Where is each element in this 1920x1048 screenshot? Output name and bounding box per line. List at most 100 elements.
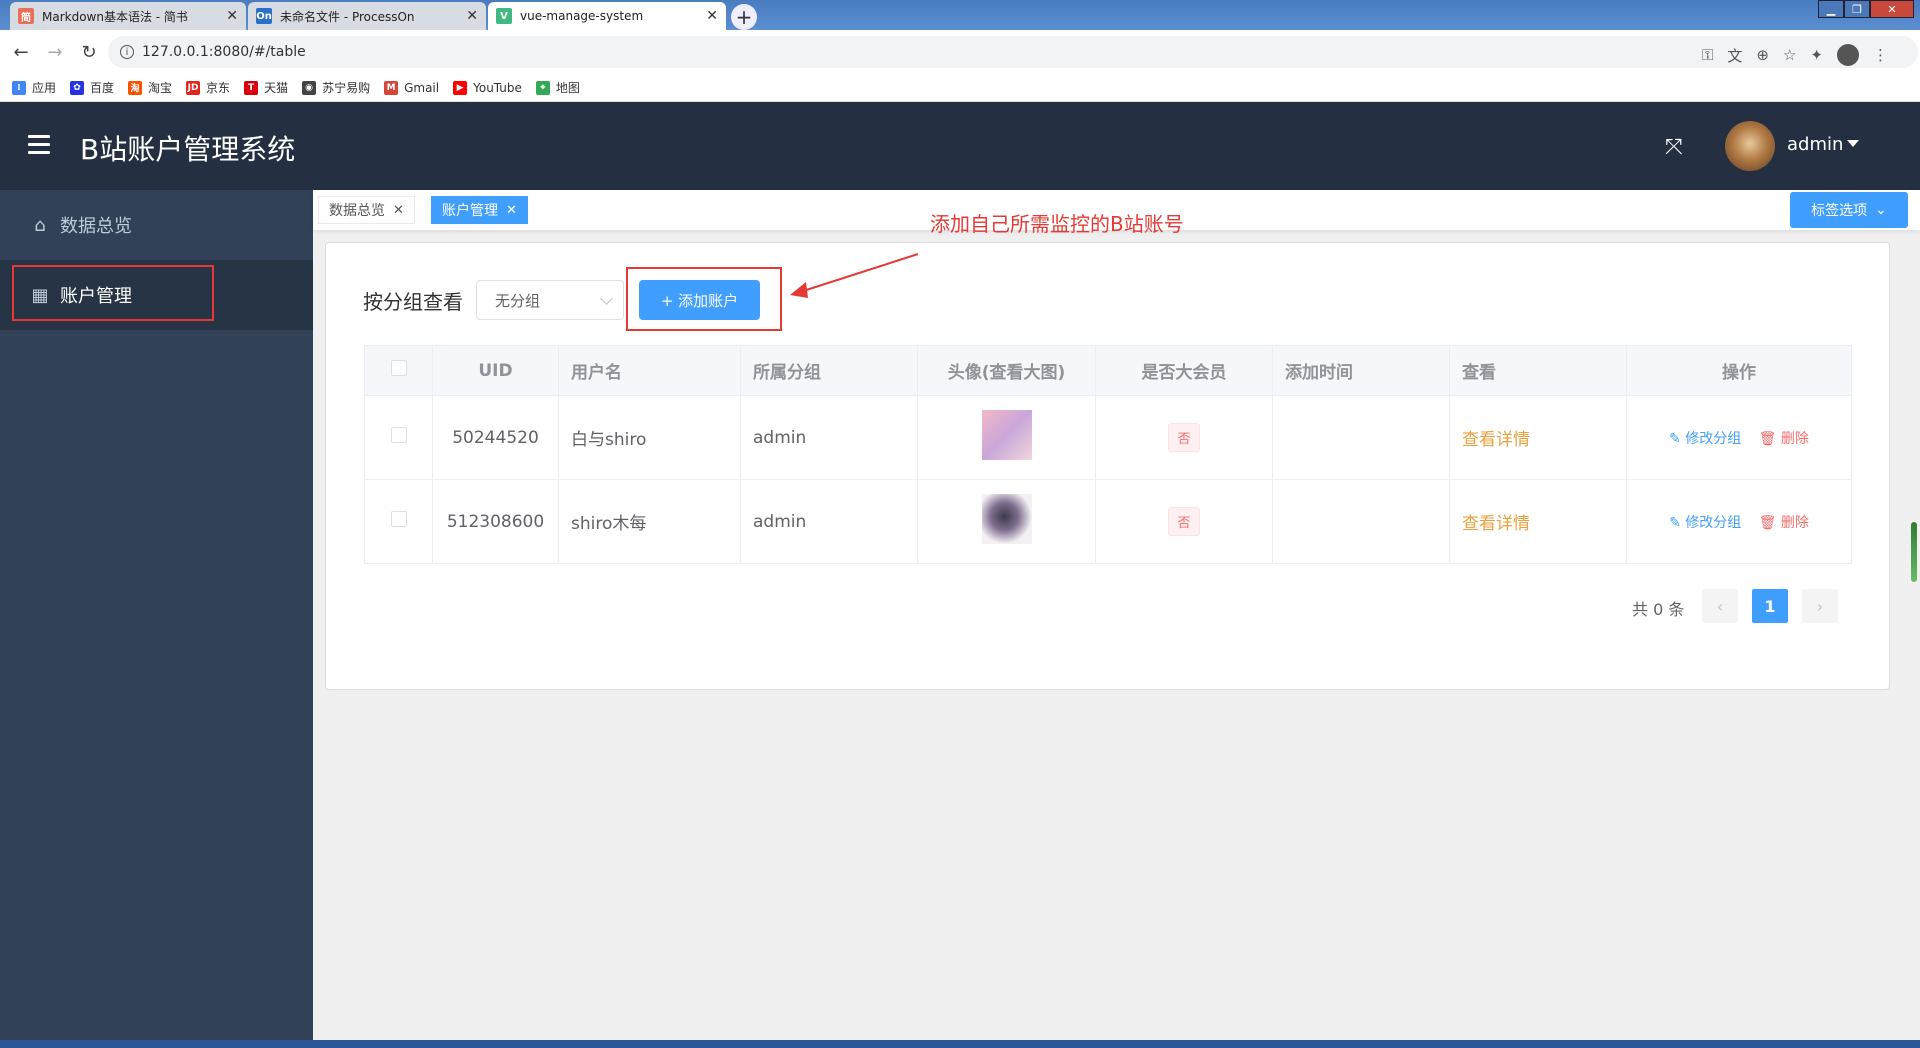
next-page-button[interactable]: ›	[1802, 589, 1838, 623]
close-icon[interactable]: ✕	[506, 203, 517, 218]
star-icon[interactable]: ☆	[1783, 46, 1796, 64]
browser-tab-vue[interactable]: V vue-manage-system ✕	[488, 2, 726, 30]
view-details-link[interactable]: 查看详情	[1462, 430, 1530, 450]
column-header[interactable]: 所属分组	[740, 345, 918, 396]
column-header[interactable]: 头像(查看大图)	[917, 345, 1096, 396]
group-cell: admin	[740, 479, 918, 564]
app-title: B站账户管理系统	[80, 133, 296, 166]
user-name[interactable]: admin	[1787, 134, 1843, 155]
uid-cell: 512308600	[432, 479, 559, 564]
avatar-thumbnail[interactable]	[981, 410, 1032, 460]
reload-icon[interactable]: ↻	[76, 42, 102, 63]
chevron-down-icon	[600, 292, 613, 305]
group-select-value: 无分组	[495, 291, 541, 310]
profile-icon[interactable]	[1837, 44, 1859, 66]
select-all-checkbox[interactable]	[390, 360, 407, 376]
bookmark-jd[interactable]: JD 京东	[186, 79, 230, 96]
bookmark-suning[interactable]: ◉ 苏宁易购	[302, 79, 370, 96]
sidebar-item-dashboard[interactable]: ⌂ 数据总览	[0, 190, 313, 260]
tag-options-button[interactable]: 标签选项 ⌄	[1790, 192, 1908, 228]
new-tab-button[interactable]: +	[731, 4, 757, 30]
tag-dashboard[interactable]: 数据总览 ✕	[318, 196, 415, 224]
close-window-icon[interactable]: ✕	[1870, 0, 1914, 18]
avatar[interactable]	[1725, 121, 1775, 171]
delete-label: 删除	[1780, 514, 1809, 531]
translate-icon[interactable]: 文	[1727, 45, 1742, 66]
edit-group-button[interactable]: ✎ 修改分组	[1669, 431, 1741, 447]
column-header[interactable]: 操作	[1626, 345, 1852, 396]
select-all-cell	[364, 345, 433, 396]
os-taskbar	[0, 1040, 1920, 1048]
menu-toggle-icon[interactable]	[28, 135, 50, 155]
status-badge: 否	[1168, 507, 1200, 536]
zoom-icon[interactable]: ⊕	[1756, 46, 1769, 64]
vip-cell: 否	[1095, 395, 1273, 480]
bookmark-tmall[interactable]: T 天猫	[244, 79, 288, 96]
taobao-icon: 淘	[128, 80, 143, 95]
edit-label: 修改分组	[1685, 514, 1742, 531]
key-icon[interactable]: ⚿	[1702, 46, 1713, 64]
column-header[interactable]: 查看	[1449, 345, 1627, 396]
edit-label: 修改分组	[1685, 430, 1742, 447]
back-icon[interactable]: ←	[8, 42, 34, 63]
avatar-thumbnail[interactable]	[981, 494, 1032, 544]
extensions-icon[interactable]: ✦	[1810, 46, 1823, 64]
delete-button[interactable]: 🗑 删除	[1759, 515, 1809, 531]
more-icon[interactable]: ⋮	[1873, 46, 1888, 64]
processon-icon: On	[256, 8, 272, 24]
bookmark-baidu[interactable]: ✿ 百度	[70, 79, 114, 96]
column-header[interactable]: UID	[432, 345, 559, 396]
row-select-cell	[364, 395, 433, 480]
close-icon[interactable]: ✕	[226, 8, 238, 24]
view-cell: 查看详情	[1449, 395, 1627, 480]
group-select[interactable]: 无分组	[476, 280, 624, 320]
bookmark-label: 苏宁易购	[322, 81, 371, 95]
bookmark-taobao[interactable]: 淘淘宝	[128, 79, 172, 96]
annotation-text: 添加自己所需监控的B站账号	[930, 212, 1184, 236]
bookmark-label: 百度	[90, 81, 115, 95]
forward-icon[interactable]: →	[42, 42, 68, 63]
prev-page-button[interactable]: ‹	[1702, 589, 1738, 623]
maximize-icon[interactable]: ❐	[1844, 0, 1870, 18]
page-number-button[interactable]: 1	[1752, 589, 1788, 623]
tag-options-label: 标签选项	[1811, 203, 1868, 219]
close-icon[interactable]: ✕	[706, 8, 718, 24]
added-time-cell	[1272, 479, 1450, 564]
trash-icon: 🗑	[1758, 430, 1777, 447]
delete-button[interactable]: 🗑 删除	[1759, 431, 1809, 447]
bookmark-gmail[interactable]: M Gmail	[384, 80, 440, 95]
gmail-icon: M	[384, 80, 399, 95]
vip-cell: 否	[1095, 479, 1273, 564]
url-input[interactable]: i 127.0.0.1:8080/#/table ⚿ 文 ⊕ ☆ ✦ ⋮	[108, 36, 1918, 68]
url-text: 127.0.0.1:8080/#/table	[142, 44, 306, 60]
maps-icon: ⌖	[535, 80, 550, 95]
column-header[interactable]: 是否大会员	[1095, 345, 1273, 396]
minimize-icon[interactable]: ▁	[1818, 0, 1844, 18]
bookmark-apps[interactable]: ⁞ 应用	[12, 79, 56, 96]
view-details-link[interactable]: 查看详情	[1462, 514, 1530, 534]
scrollbar-thumb[interactable]	[1911, 522, 1917, 582]
bookmark-label: 京东	[206, 81, 231, 95]
view-cell: 查看详情	[1449, 479, 1627, 564]
edit-group-button[interactable]: ✎ 修改分组	[1669, 515, 1741, 531]
row-checkbox[interactable]	[390, 427, 407, 443]
info-icon[interactable]: i	[120, 45, 134, 59]
browser-tab-processon[interactable]: On 未命名文件 - ProcessOn ✕	[248, 2, 486, 30]
fullscreen-icon[interactable]: ⤧	[1665, 135, 1683, 160]
column-header[interactable]: 用户名	[558, 345, 741, 396]
row-checkbox[interactable]	[390, 511, 407, 527]
browser-tab-jianshu[interactable]: 简 Markdown基本语法 - 简书 ✕	[10, 2, 246, 30]
address-bar: ← → ↻ i 127.0.0.1:8080/#/table ⚿ 文 ⊕ ☆ ✦…	[0, 30, 1920, 74]
close-icon[interactable]: ✕	[466, 8, 478, 24]
bookmark-label: Gmail	[404, 80, 440, 95]
delete-label: 删除	[1780, 430, 1809, 447]
bookmark-maps[interactable]: ⌖ 地图	[535, 79, 580, 96]
bookmark-youtube[interactable]: ▶ YouTube	[453, 80, 522, 95]
apps-icon: ⁞	[12, 80, 26, 95]
caret-down-icon[interactable]	[1847, 140, 1859, 147]
accounts-table: UID 用户名 所属分组 头像(查看大图) 是否大会员 添加时间 查看 操作 5…	[364, 345, 1852, 564]
actions-cell: ✎ 修改分组 🗑 删除	[1626, 479, 1852, 564]
column-header[interactable]: 添加时间	[1272, 345, 1450, 396]
tag-accounts[interactable]: 账户管理 ✕	[431, 196, 528, 224]
close-icon[interactable]: ✕	[393, 203, 404, 218]
